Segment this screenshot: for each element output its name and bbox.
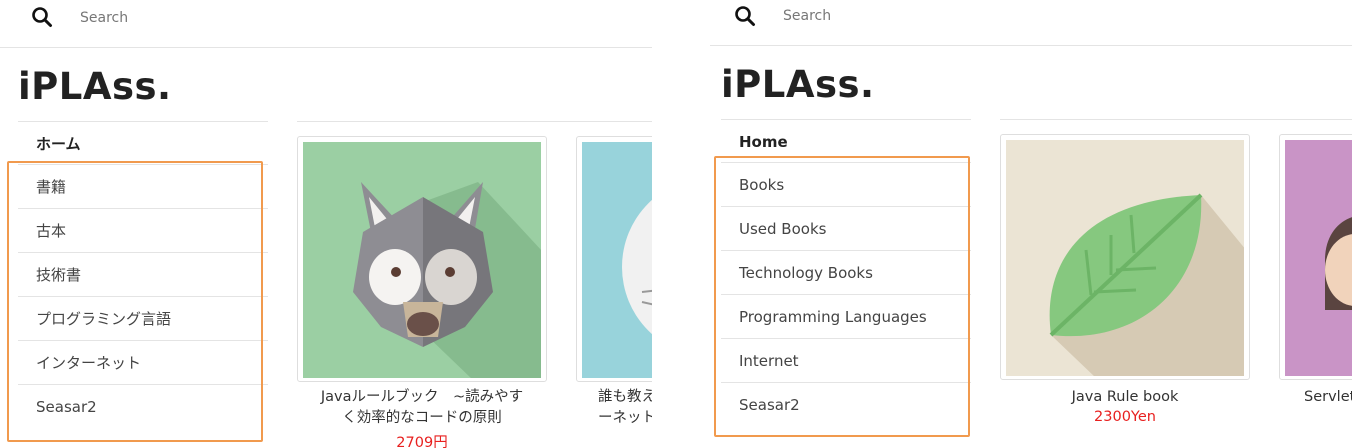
panel-english: iPLAss. Home Books Used Books Technology… xyxy=(710,0,1352,448)
nav-item-books[interactable]: Books xyxy=(721,162,971,206)
nav-item-internet[interactable]: インターネット xyxy=(18,340,268,384)
nav-item-seasar2[interactable]: Seasar2 xyxy=(18,384,268,428)
leaf-illustration xyxy=(1006,140,1244,376)
content-divider xyxy=(1000,119,1352,120)
product-title-line2[interactable]: ーネット xyxy=(598,408,652,429)
site-logo[interactable]: iPLAss. xyxy=(721,63,875,106)
search-input[interactable] xyxy=(80,10,380,26)
nav-item-seasar2[interactable]: Seasar2 xyxy=(721,382,971,426)
category-nav: Home Books Used Books Technology Books P… xyxy=(721,119,971,426)
search-bar xyxy=(710,0,1352,46)
product-card-image[interactable] xyxy=(1000,134,1250,380)
product-price: 2300Yen xyxy=(1094,409,1156,425)
search-icon[interactable] xyxy=(734,5,756,27)
product-card-image[interactable] xyxy=(1279,134,1352,380)
product-title[interactable]: Javaルールブック ~読みやす く効率的なコードの原則 xyxy=(297,387,547,429)
nav-item-books[interactable]: 書籍 xyxy=(18,164,268,208)
search-icon[interactable] xyxy=(31,6,53,28)
product-title-line1[interactable]: 誰も教え xyxy=(598,387,652,408)
cat-illustration xyxy=(582,142,652,378)
site-logo[interactable]: iPLAss. xyxy=(18,65,172,108)
product-card-image[interactable] xyxy=(297,136,547,382)
wolf-illustration xyxy=(303,142,541,378)
content-divider xyxy=(297,121,652,122)
panel-japanese: iPLAss. ホーム 書籍 古本 技術書 プログラミング言語 インターネット … xyxy=(0,0,652,448)
product-title[interactable]: Java Rule book xyxy=(1000,387,1250,408)
product-title[interactable]: Servlet xyxy=(1304,387,1352,408)
nav-item-used-books[interactable]: 古本 xyxy=(18,208,268,252)
nav-item-internet[interactable]: Internet xyxy=(721,338,971,382)
nav-item-programming-languages[interactable]: プログラミング言語 xyxy=(18,296,268,340)
nav-item-home[interactable]: Home xyxy=(721,120,971,162)
nav-item-home[interactable]: ホーム xyxy=(18,122,268,164)
nav-item-technology-books[interactable]: Technology Books xyxy=(721,250,971,294)
person-illustration xyxy=(1285,140,1352,376)
nav-item-technology-books[interactable]: 技術書 xyxy=(18,252,268,296)
search-bar xyxy=(0,0,652,48)
nav-item-programming-languages[interactable]: Programming Languages xyxy=(721,294,971,338)
nav-item-used-books[interactable]: Used Books xyxy=(721,206,971,250)
category-nav: ホーム 書籍 古本 技術書 プログラミング言語 インターネット Seasar2 xyxy=(18,121,268,428)
product-card-image[interactable] xyxy=(576,136,652,382)
product-title-line1: Javaルールブック ~読みやす xyxy=(320,389,524,405)
product-price: 2709円 xyxy=(396,435,448,448)
product-title-line2: く効率的なコードの原則 xyxy=(342,410,502,426)
search-input[interactable] xyxy=(783,8,1083,24)
